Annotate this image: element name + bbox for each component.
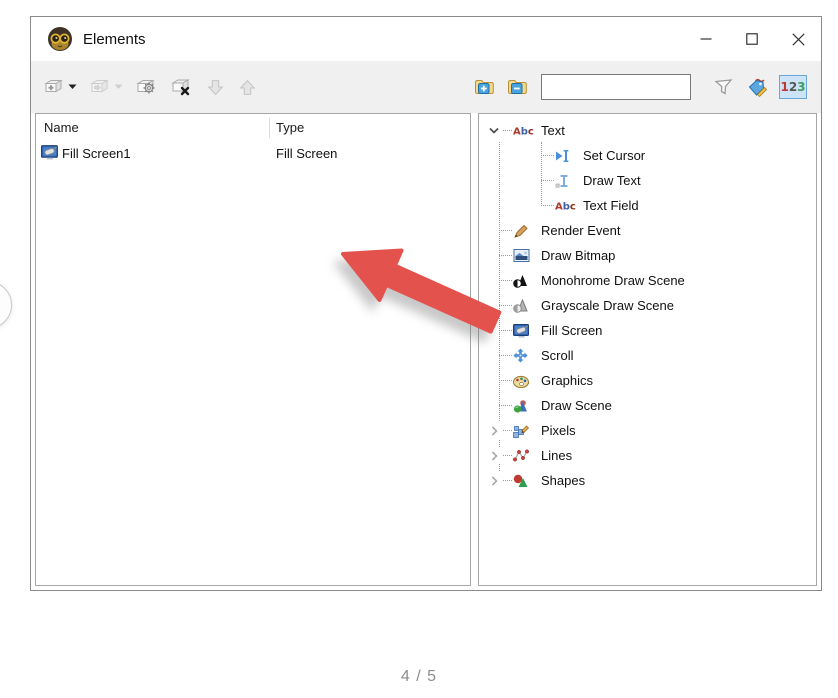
chevron-right-icon[interactable] <box>485 447 503 464</box>
dropdown-caret-icon <box>68 84 77 90</box>
window-content: Name Type <box>31 113 821 590</box>
collapse-all-folder-icon <box>507 78 528 96</box>
tree-item-draw-text[interactable]: Draw Text <box>479 168 816 193</box>
tree-item-monochrome-draw-scene[interactable]: Monohrome Draw Scene <box>479 268 816 293</box>
toolbar: 123 <box>31 61 821 113</box>
slide-stage: Elements <box>0 0 838 698</box>
tree-item-fill-screen[interactable]: Fill Screen <box>479 318 816 343</box>
maximize-icon <box>746 33 758 45</box>
minimize-icon <box>700 33 712 45</box>
list-header: Name Type <box>36 114 470 141</box>
fill-screen-icon <box>41 145 59 163</box>
insert-element-button[interactable] <box>87 75 126 99</box>
list-row-fill-screen1[interactable]: Fill Screen1 Fill Screen <box>36 141 470 166</box>
column-header-name[interactable]: Name <box>36 114 269 141</box>
fill-screen-icon <box>513 324 541 338</box>
close-icon <box>792 33 805 46</box>
add-element-button[interactable] <box>41 75 80 99</box>
toolbar-right-group: 123 <box>471 74 807 100</box>
tree-item-text-field[interactable]: Abc Text Field <box>479 193 816 218</box>
funnel-icon <box>712 77 735 97</box>
tree-item-set-cursor[interactable]: Set Cursor <box>479 143 816 168</box>
dropdown-caret-icon <box>114 84 123 90</box>
text-field-abc-icon: Abc <box>555 199 583 212</box>
move-up-button[interactable] <box>235 75 260 100</box>
expand-all-button[interactable] <box>471 75 498 99</box>
svg-text:Abc: Abc <box>513 127 534 138</box>
maximize-button[interactable] <box>729 17 775 61</box>
page-indicator: 4 / 5 <box>0 668 838 686</box>
element-types-tree: Abc Text <box>479 114 816 493</box>
set-cursor-icon <box>555 149 583 163</box>
lines-icon <box>513 449 541 462</box>
shapes-icon <box>513 474 541 488</box>
element-types-tree-panel: Abc Text <box>478 113 817 586</box>
tree-item-text[interactable]: Abc Text <box>479 118 816 143</box>
carousel-prev-button[interactable] <box>0 281 12 329</box>
draw-scene-icon <box>513 399 541 413</box>
text-abc-icon: Abc <box>513 124 541 137</box>
edit-element-button[interactable] <box>133 75 161 100</box>
monochrome-draw-scene-icon <box>513 274 541 288</box>
chevron-right-icon[interactable] <box>485 472 503 489</box>
scroll-arrows-icon <box>513 348 541 363</box>
edit-cube-gear-icon <box>136 78 158 97</box>
tree-item-grayscale-draw-scene[interactable]: Grayscale Draw Scene <box>479 293 816 318</box>
toolbar-left-group <box>41 75 260 100</box>
tree-item-graphics[interactable]: Graphics <box>479 368 816 393</box>
rename-button[interactable] <box>744 74 773 100</box>
tree-item-render-event[interactable]: Render Event <box>479 218 816 243</box>
filter-input[interactable] <box>541 74 691 100</box>
list-cell-name: Fill Screen1 <box>62 146 131 161</box>
window-title: Elements <box>83 31 146 48</box>
titlebar: Elements <box>31 17 821 61</box>
draw-bitmap-icon <box>513 249 541 262</box>
add-cube-icon <box>44 78 66 96</box>
arrow-down-icon <box>206 78 225 97</box>
numbers-123-icon: 123 <box>780 80 805 94</box>
window-controls <box>683 17 821 61</box>
expand-all-folder-icon <box>474 78 495 96</box>
elements-window: Elements <box>30 16 822 591</box>
column-header-type[interactable]: Type <box>269 118 470 138</box>
render-event-pencil-icon <box>513 224 541 238</box>
elements-list-panel: Name Type <box>35 113 471 586</box>
chevron-right-icon[interactable] <box>485 422 503 439</box>
graphics-palette-icon <box>513 374 541 388</box>
insert-cube-icon <box>90 78 112 96</box>
pixels-icon <box>513 424 541 438</box>
tag-pencil-icon <box>747 77 770 97</box>
list-cell-type: Fill Screen <box>269 146 470 161</box>
numbering-toggle-button[interactable]: 123 <box>779 75 807 99</box>
delete-element-button[interactable] <box>168 75 196 100</box>
chevron-down-icon[interactable] <box>485 122 503 139</box>
svg-text:Abc: Abc <box>555 202 576 213</box>
mascot-face-icon <box>47 26 73 52</box>
tree-item-pixels[interactable]: Pixels <box>479 418 816 443</box>
filter-button[interactable] <box>709 74 738 100</box>
grayscale-draw-scene-icon <box>513 299 541 313</box>
tree-item-draw-scene[interactable]: Draw Scene <box>479 393 816 418</box>
move-down-button[interactable] <box>203 75 228 100</box>
tree-item-shapes[interactable]: Shapes <box>479 468 816 493</box>
delete-cube-icon <box>171 78 193 97</box>
draw-text-icon <box>555 174 583 188</box>
tree-item-draw-bitmap[interactable]: Draw Bitmap <box>479 243 816 268</box>
arrow-up-icon <box>238 78 257 97</box>
collapse-all-button[interactable] <box>504 75 531 99</box>
tree-item-scroll[interactable]: Scroll <box>479 343 816 368</box>
tree-item-lines[interactable]: Lines <box>479 443 816 468</box>
close-button[interactable] <box>775 17 821 61</box>
minimize-button[interactable] <box>683 17 729 61</box>
